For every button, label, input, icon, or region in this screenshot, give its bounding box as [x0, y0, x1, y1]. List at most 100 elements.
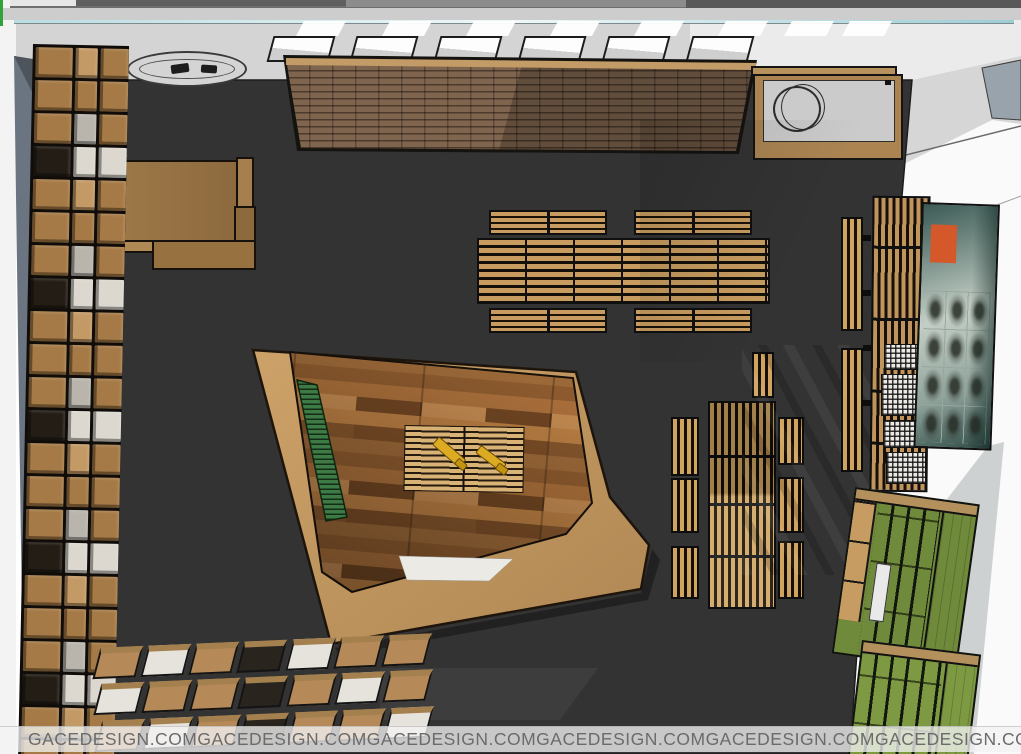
- shelf-cubby: [31, 245, 68, 276]
- shelf-cubby: [28, 410, 65, 441]
- shelf-cubby: [100, 48, 128, 79]
- shelf-cubby: [93, 411, 121, 442]
- shelf-cubby: [65, 510, 88, 540]
- bench-west-2: [671, 478, 699, 533]
- shelf-cubby: [89, 609, 117, 640]
- watermark-text: GACEDESIGN.COM: [536, 729, 705, 750]
- shelf-cubby: [66, 477, 89, 507]
- bench-west-1: [671, 417, 699, 476]
- shelf-cubby: [30, 278, 67, 309]
- display-bin: [189, 642, 240, 676]
- shelf-cubby: [99, 114, 127, 145]
- shelf-cubby: [98, 180, 126, 211]
- yellow-stool: [475, 445, 507, 472]
- shelf-cubby: [91, 510, 119, 541]
- display-bin: [140, 644, 191, 678]
- shelf-cubby: [34, 113, 71, 144]
- watermark-band: GACEDESIGN.COMGACEDESIGN.COMGACEDESIGN.C…: [0, 726, 1021, 752]
- display-bin: [92, 646, 143, 680]
- table-bracket: [863, 235, 871, 241]
- display-bin: [381, 633, 432, 667]
- ac-detail: [885, 80, 891, 85]
- watermark-text: GACEDESIGN.COM: [875, 729, 1021, 750]
- display-bin: [382, 670, 433, 704]
- shelf-cubby: [23, 641, 60, 672]
- ceiling-window: [602, 36, 671, 62]
- display-bin: [237, 640, 288, 674]
- desk-return: [152, 240, 256, 270]
- shelf-cubby: [35, 47, 72, 78]
- shelf-cubby: [90, 543, 118, 574]
- shelf-cubby: [75, 48, 98, 78]
- shelf-cubby: [91, 477, 119, 508]
- shelf-cubby: [22, 674, 59, 705]
- display-bin: [333, 635, 384, 669]
- shelf-cubby: [33, 179, 70, 210]
- display-bin: [286, 674, 337, 708]
- yellow-stool: [432, 436, 466, 468]
- shelf-cubby: [92, 444, 120, 475]
- shelf-cubby: [27, 443, 64, 474]
- shelf-cubby: [26, 509, 63, 540]
- watermark-text: GACEDESIGN.COM: [28, 729, 197, 750]
- shelf-cubby: [28, 377, 65, 408]
- desk-top: [114, 160, 238, 242]
- shelf-cubby: [97, 213, 125, 244]
- shelf-cubby: [100, 81, 128, 112]
- shelf-cubby: [30, 311, 67, 342]
- bench-bottom-left: [489, 308, 607, 333]
- shelf-cubby: [67, 411, 90, 441]
- rug-item: [201, 64, 218, 73]
- poster-shade: [915, 204, 997, 448]
- display-bin: [141, 680, 192, 714]
- shelf-cubby: [72, 180, 95, 210]
- wall-poster: [913, 202, 1000, 451]
- shelf-cubby: [64, 576, 87, 606]
- waffle-chair: [886, 452, 926, 484]
- bench-west-3: [671, 546, 699, 599]
- shelf-cubby: [96, 246, 124, 277]
- shelf-cubby: [94, 378, 122, 409]
- platform-table: [403, 425, 524, 493]
- shelf-cubby: [89, 576, 117, 607]
- oval-rug: [127, 51, 247, 87]
- display-bench-1: [841, 217, 863, 331]
- shelf-cubby: [94, 345, 122, 376]
- shelf-cubby: [24, 608, 61, 639]
- shelf-cubby: [69, 312, 92, 342]
- shelf-cubby: [29, 344, 66, 375]
- display-bin: [285, 638, 336, 672]
- table-bracket: [863, 345, 871, 351]
- ceiling-window: [686, 36, 755, 62]
- shelf-cubby: [25, 542, 62, 573]
- shelf-cubby: [71, 213, 94, 243]
- shelf-cubby: [62, 675, 85, 705]
- table-bracket: [863, 400, 871, 406]
- table-bracket: [863, 290, 871, 296]
- shelf-cubby: [63, 609, 86, 639]
- shelf-cubby: [71, 246, 94, 276]
- shelf-cubby: [33, 146, 70, 177]
- display-bin: [238, 676, 289, 710]
- display-bin: [334, 672, 385, 706]
- shelf-cubby: [64, 543, 87, 573]
- watermark-text: GACEDESIGN.COM: [367, 729, 536, 750]
- shelf-cubby: [95, 312, 123, 343]
- bench-top-left: [489, 210, 607, 235]
- display-bench-2: [841, 348, 863, 472]
- shelf-cubby: [26, 476, 63, 507]
- shelf-cubby: [35, 80, 72, 111]
- display-bin: [189, 678, 240, 712]
- shelf-cubby: [73, 147, 96, 177]
- shelf-cubby: [96, 279, 124, 310]
- desk-wing: [236, 157, 254, 209]
- green-locker-upper: [832, 487, 980, 671]
- watermark-text: GACEDESIGN.COM: [706, 729, 875, 750]
- shelf-cubby: [67, 444, 90, 474]
- shelf-cubby: [62, 642, 85, 672]
- render-canvas: GACEDESIGN.COMGACEDESIGN.COMGACEDESIGN.C…: [0, 0, 1021, 754]
- shelf-cubby: [73, 114, 96, 144]
- display-bin: [93, 682, 144, 716]
- shelf-cubby: [24, 575, 61, 606]
- shelf-cubby: [68, 378, 91, 408]
